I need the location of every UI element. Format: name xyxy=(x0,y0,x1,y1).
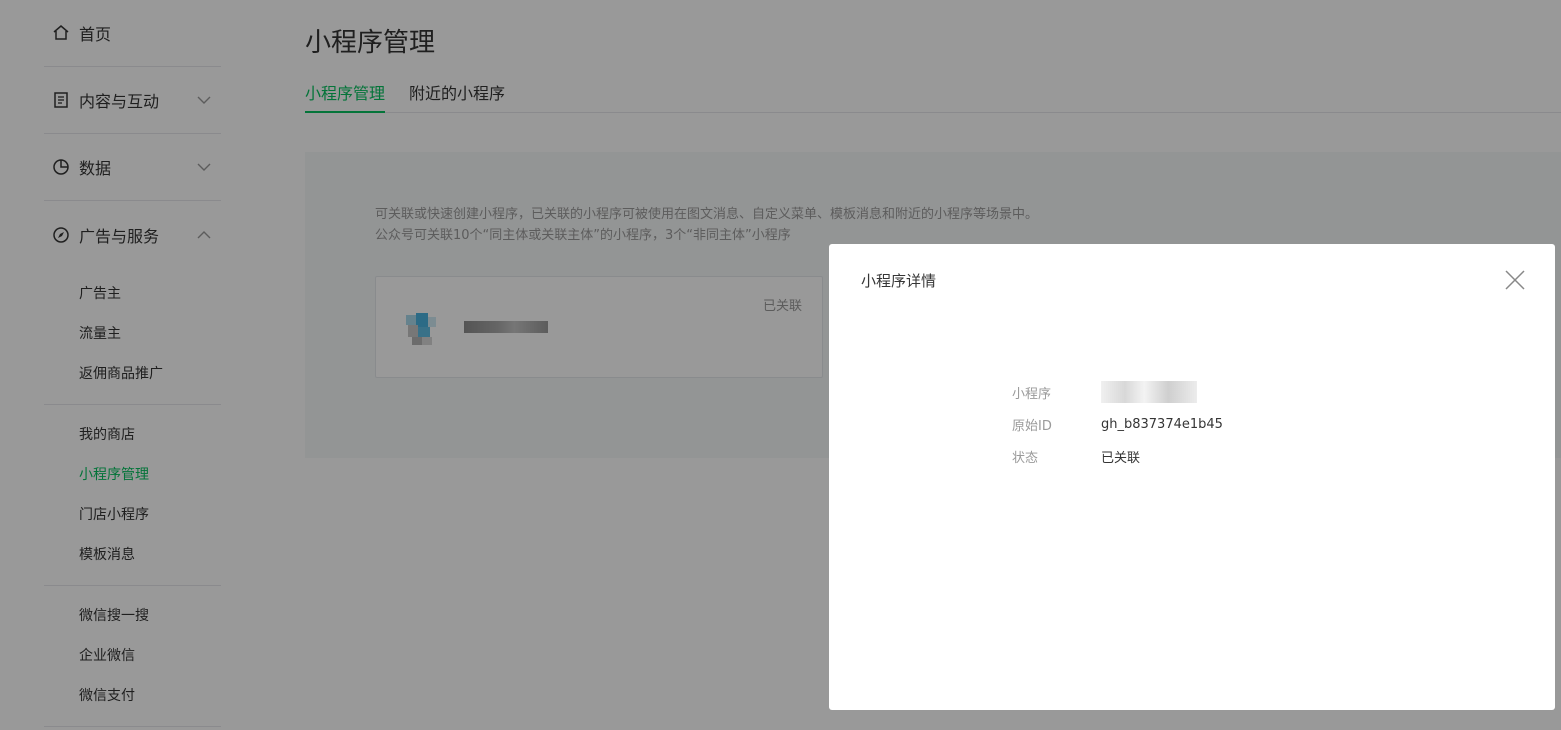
detail-row-status: 状态 已关联 xyxy=(1012,446,1140,466)
miniprogram-detail-dialog: 小程序详情 小程序 原始ID gh_b837374e1b45 状态 已关联 xyxy=(829,244,1555,710)
status-value: 已关联 xyxy=(1101,450,1141,466)
original-id-value: gh_b837374e1b45 xyxy=(1101,416,1223,432)
dialog-title: 小程序详情 xyxy=(861,272,937,290)
detail-row-name: 小程序 xyxy=(1012,381,1197,403)
detail-label: 小程序 xyxy=(1012,386,1052,402)
detail-label: 原始ID xyxy=(1012,418,1052,434)
detail-label: 状态 xyxy=(1012,450,1039,466)
miniprogram-name-redacted xyxy=(1101,381,1197,403)
close-icon[interactable] xyxy=(1505,270,1525,290)
detail-row-original-id: 原始ID gh_b837374e1b45 xyxy=(1012,414,1223,434)
page: 首页 内容与互动 数据 广告与服务 广告主 流量主 返佣商品推广 我的商店 小程… xyxy=(0,0,1561,730)
